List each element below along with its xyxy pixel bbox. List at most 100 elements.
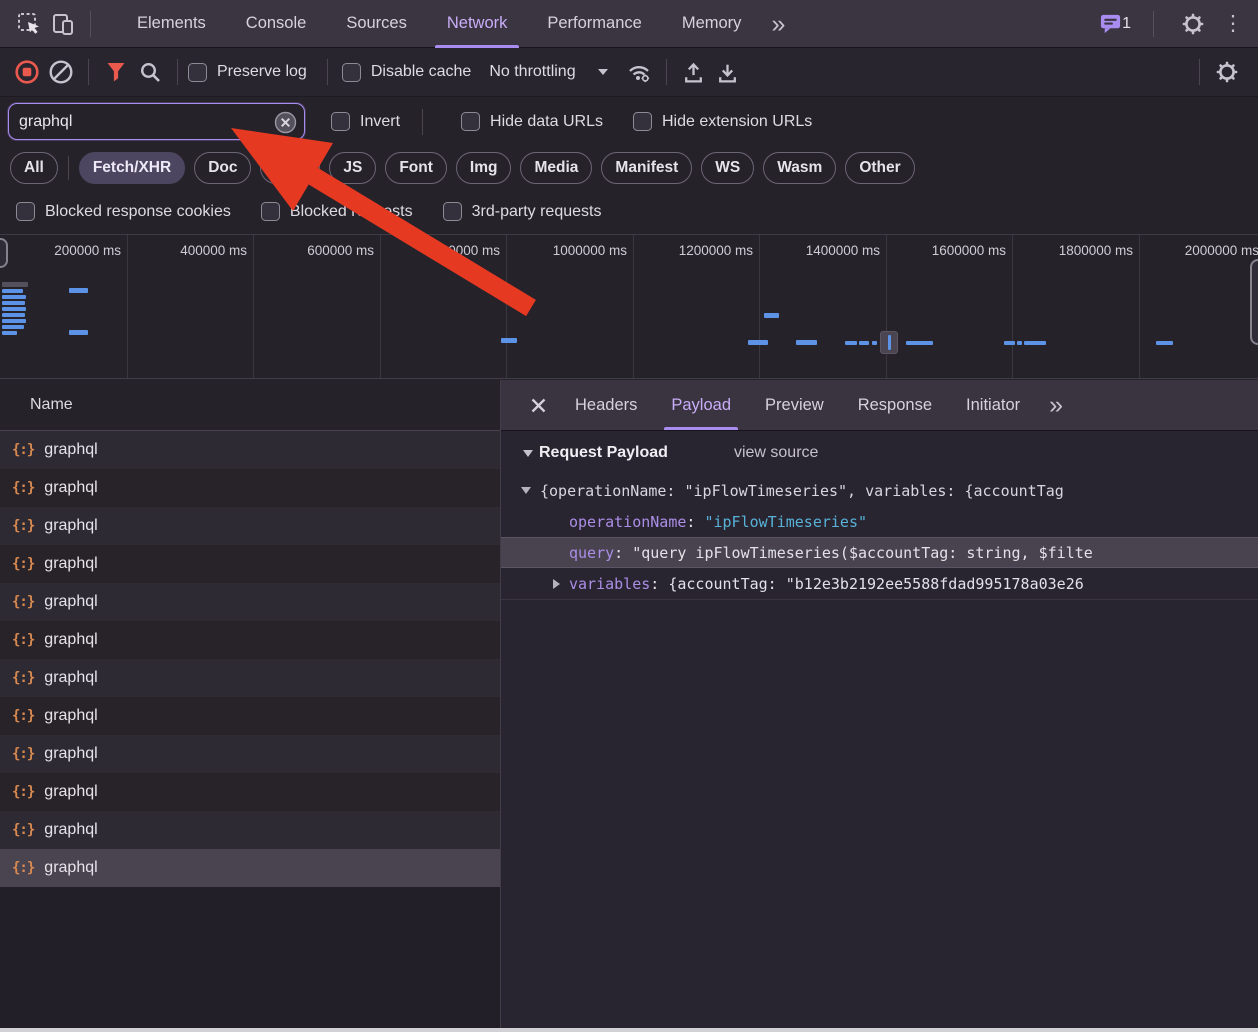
clear-network-log-button[interactable] xyxy=(44,55,78,89)
detail-tab-response[interactable]: Response xyxy=(841,380,949,430)
overview-right-scrollbar[interactable] xyxy=(1250,259,1258,345)
filter-input[interactable] xyxy=(9,113,304,131)
record-icon xyxy=(14,59,40,85)
waterfall-bar xyxy=(748,340,768,345)
filter-chip-js[interactable]: JS xyxy=(329,152,376,184)
inspect-element-button[interactable] xyxy=(12,7,46,41)
filter-chip-css[interactable]: CSS xyxy=(260,152,320,184)
preserve-log-checkbox[interactable]: Preserve log xyxy=(188,63,307,82)
throttling-dropdown[interactable]: No throttling xyxy=(489,63,607,81)
issues-button[interactable]: 1 xyxy=(1099,7,1131,41)
timeline-label: 1800000 ms xyxy=(1019,243,1133,258)
timeline-gridline xyxy=(1012,235,1013,378)
table-row[interactable]: {:}graphql xyxy=(0,545,500,583)
record-network-log-button[interactable] xyxy=(10,55,44,89)
search-network-button[interactable] xyxy=(133,55,167,89)
filter-chip-font[interactable]: Font xyxy=(385,152,447,184)
checkbox-box xyxy=(461,112,480,131)
network-settings-button[interactable] xyxy=(1210,55,1244,89)
filter-chip-doc[interactable]: Doc xyxy=(194,152,251,184)
gear-icon xyxy=(1215,60,1239,84)
blocked-requests-checkbox[interactable]: Blocked requests xyxy=(261,202,413,221)
filter-chip-fetch-xhr[interactable]: Fetch/XHR xyxy=(79,152,185,184)
blocked-response-cookies-checkbox[interactable]: Blocked response cookies xyxy=(16,202,231,221)
close-detail-button[interactable] xyxy=(519,380,558,430)
tab-console[interactable]: Console xyxy=(226,0,327,48)
close-icon xyxy=(529,396,548,415)
tab-memory[interactable]: Memory xyxy=(662,0,762,48)
table-row[interactable]: {:}graphql xyxy=(0,697,500,735)
filter-chip-wasm[interactable]: Wasm xyxy=(763,152,836,184)
detail-tab-headers[interactable]: Headers xyxy=(558,380,654,430)
hide-data-urls-checkbox[interactable]: Hide data URLs xyxy=(461,112,603,131)
checkbox-box xyxy=(443,202,462,221)
network-conditions-button[interactable] xyxy=(622,55,656,89)
tab-performance[interactable]: Performance xyxy=(527,0,661,48)
settings-button[interactable] xyxy=(1176,7,1210,41)
detail-tab-preview[interactable]: Preview xyxy=(748,380,841,430)
filter-chip-ws[interactable]: WS xyxy=(701,152,754,184)
filter-chip-all[interactable]: All xyxy=(10,152,58,184)
more-tabs-button[interactable]: » xyxy=(761,0,795,48)
fetch-xhr-icon: {:} xyxy=(12,442,34,458)
payload-divider xyxy=(501,599,1258,600)
code-text: : {accountTag: "b12e3b2192ee5588fdad9951… xyxy=(650,575,1083,593)
table-row[interactable]: {:}graphql xyxy=(0,469,500,507)
tab-sources[interactable]: Sources xyxy=(326,0,427,48)
request-table: Name {:}graphql{:}graphql{:}graphql{:}gr… xyxy=(0,380,501,1028)
filter-chip-img[interactable]: Img xyxy=(456,152,512,184)
table-row[interactable]: {:}graphql xyxy=(0,583,500,621)
table-row[interactable]: {:}graphql xyxy=(0,659,500,697)
more-options-button[interactable]: ⋮ xyxy=(1222,7,1244,41)
overview-timeline[interactable]: 200000 ms400000 ms600000 ms800000 ms1000… xyxy=(0,234,1258,379)
table-row[interactable]: {:}graphql xyxy=(0,431,500,469)
waterfall-bar xyxy=(2,319,26,323)
request-detail-pane: HeadersPayloadPreviewResponseInitiator »… xyxy=(501,380,1258,1028)
invert-filter-checkbox[interactable]: Invert xyxy=(331,112,400,131)
filter-chip-manifest[interactable]: Manifest xyxy=(601,152,692,184)
hide-extension-urls-checkbox[interactable]: Hide extension URLs xyxy=(633,112,812,131)
3rd-party-requests-checkbox[interactable]: 3rd-party requests xyxy=(443,202,602,221)
request-name: graphql xyxy=(44,479,97,497)
table-row[interactable]: {:}graphql xyxy=(0,773,500,811)
table-row[interactable]: {:}graphql xyxy=(0,735,500,773)
payload-row[interactable]: query: "query ipFlowTimeseries($accountT… xyxy=(501,537,1258,568)
timeline-gridline xyxy=(506,235,507,378)
column-header-name[interactable]: Name xyxy=(0,380,500,431)
tab-network[interactable]: Network xyxy=(427,0,528,48)
tree-collapse-icon[interactable] xyxy=(521,487,531,494)
disable-cache-checkbox[interactable]: Disable cache xyxy=(342,63,472,82)
payload-row[interactable]: variables: {accountTag: "b12e3b2192ee558… xyxy=(501,568,1258,599)
clear-filter-button[interactable] xyxy=(274,111,297,134)
waterfall-bar xyxy=(1017,341,1022,345)
table-row[interactable]: {:}graphql xyxy=(0,507,500,545)
timeline-label: 600000 ms xyxy=(260,243,374,258)
devtools-window: ElementsConsoleSourcesNetworkPerformance… xyxy=(0,0,1258,1032)
detail-tab-payload[interactable]: Payload xyxy=(654,380,748,430)
detail-tab-initiator[interactable]: Initiator xyxy=(949,380,1037,430)
waterfall-bar xyxy=(69,288,88,293)
section-collapse-icon[interactable] xyxy=(523,450,533,457)
import-har-button[interactable] xyxy=(677,55,711,89)
tree-expand-icon[interactable] xyxy=(553,579,560,589)
table-row[interactable]: {:}graphql xyxy=(0,849,500,887)
table-row[interactable]: {:}graphql xyxy=(0,811,500,849)
export-har-button[interactable] xyxy=(711,55,745,89)
network-filter-row: Invert Hide data URLs Hide extension URL… xyxy=(0,97,1258,146)
checkbox-label: Blocked response cookies xyxy=(45,203,231,221)
view-source-link[interactable]: view source xyxy=(734,444,818,462)
more-detail-tabs-button[interactable]: » xyxy=(1037,380,1075,430)
filter-chip-media[interactable]: Media xyxy=(520,152,592,184)
payload-row[interactable]: {operationName: "ipFlowTimeseries", vari… xyxy=(501,475,1258,506)
waterfall-selected-tick[interactable] xyxy=(880,331,898,354)
table-row[interactable]: {:}graphql xyxy=(0,621,500,659)
payload-row[interactable]: operationName: "ipFlowTimeseries" xyxy=(501,506,1258,537)
filter-toggle-button[interactable] xyxy=(99,55,133,89)
device-toolbar-button[interactable] xyxy=(46,7,80,41)
filter-chip-other[interactable]: Other xyxy=(845,152,914,184)
issues-count: 1 xyxy=(1122,15,1131,33)
timeline-label: 2000000 ms xyxy=(1145,243,1258,258)
fetch-xhr-icon: {:} xyxy=(12,632,34,648)
tab-elements[interactable]: Elements xyxy=(117,0,226,48)
request-payload-header: Request Payload view source xyxy=(501,431,1258,475)
